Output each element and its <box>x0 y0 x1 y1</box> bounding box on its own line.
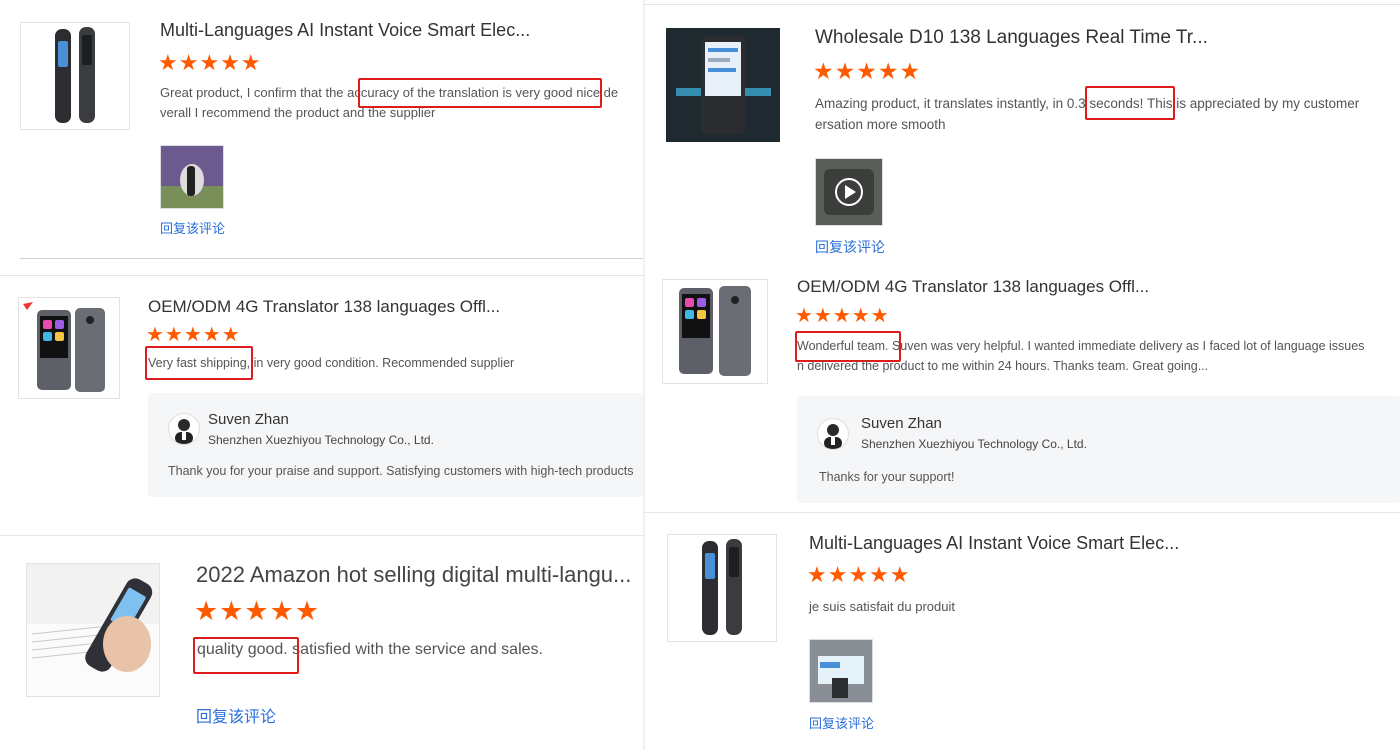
photo-image <box>161 146 223 208</box>
divider <box>20 258 643 259</box>
reply-link[interactable]: 回复该评论 <box>160 218 225 237</box>
review-card-1: Multi-Languages AI Instant Voice Smart E… <box>0 0 643 262</box>
seller-name: Suven Zhan <box>208 411 289 428</box>
rating-stars: ★★★★★ <box>795 306 890 326</box>
divider <box>645 512 1400 513</box>
highlight-box <box>193 637 299 674</box>
seller-company: Shenzhen Xuezhiyou Technology Co., Ltd. <box>208 433 434 447</box>
rating-stars: ★★★★★ <box>158 52 262 74</box>
rating-stars: ★★★★★ <box>813 60 921 83</box>
review-card-6: Multi-Languages AI Instant Voice Smart E… <box>645 512 1400 750</box>
seller-name: Suven Zhan <box>861 415 942 432</box>
seller-reply-box: Suven Zhan Shenzhen Xuezhiyou Technology… <box>148 393 643 497</box>
star-icon: ★★★★★ <box>146 324 241 346</box>
highlight-box <box>1085 86 1175 120</box>
rating-stars: ★★★★★ <box>807 564 911 586</box>
product-thumbnail[interactable] <box>26 563 160 697</box>
product-thumbnail[interactable] <box>666 28 780 142</box>
seller-company: Shenzhen Xuezhiyou Technology Co., Ltd. <box>861 437 1087 451</box>
photo-image <box>810 640 872 702</box>
avatar <box>168 413 200 445</box>
seller-reply-text: Thank you for your praise and support. S… <box>168 464 634 478</box>
seller-reply-text: Thanks for your support! <box>819 470 955 484</box>
translator-pen-image <box>27 564 159 696</box>
column-separator <box>643 0 645 750</box>
product-title[interactable]: OEM/ODM 4G Translator 138 languages Offl… <box>797 277 1149 297</box>
translator-pen-image <box>668 535 776 641</box>
star-icon: ★★★★★ <box>813 58 922 84</box>
translator-device-image <box>666 28 780 142</box>
review-text-line2: ersation more smooth <box>815 117 946 132</box>
review-photo[interactable] <box>809 639 873 703</box>
review-card-2: Wholesale D10 138 Languages Real Time Tr… <box>645 0 1400 275</box>
review-card-4: OEM/ODM 4G Translator 138 languages Offl… <box>645 275 1400 510</box>
translator-device-image <box>663 280 767 383</box>
review-photo[interactable] <box>160 145 224 209</box>
product-title[interactable]: OEM/ODM 4G Translator 138 languages Offl… <box>148 297 500 317</box>
product-thumbnail[interactable] <box>18 297 120 399</box>
avatar-photo <box>824 424 842 449</box>
avatar <box>817 418 849 450</box>
review-card-5: 2022 Amazon hot selling digital multi-la… <box>0 535 643 750</box>
review-video[interactable] <box>815 158 883 226</box>
divider <box>645 4 1400 5</box>
reply-link[interactable]: 回复该评论 <box>809 713 874 732</box>
rating-stars: ★★★★★ <box>146 325 241 345</box>
review-text-line2: n delivered the product to me within 24 … <box>797 359 1209 373</box>
product-title[interactable]: 2022 Amazon hot selling digital multi-la… <box>196 562 631 588</box>
review-text: je suis satisfait du produit <box>809 599 955 614</box>
video-thumbnail <box>816 159 882 225</box>
highlight-box <box>145 346 253 380</box>
translator-device-image <box>19 298 119 398</box>
star-icon: ★★★★★ <box>158 50 262 75</box>
review-text-line2: verall I recommend the product and the s… <box>160 105 436 120</box>
rating-stars: ★★★★★ <box>194 598 320 625</box>
star-icon: ★★★★★ <box>807 562 911 587</box>
highlight-box <box>795 331 901 362</box>
product-title[interactable]: Wholesale D10 138 Languages Real Time Tr… <box>815 27 1208 49</box>
translator-pen-image <box>21 23 129 129</box>
review-card-3: OEM/ODM 4G Translator 138 languages Offl… <box>0 270 643 532</box>
star-icon: ★★★★★ <box>795 305 890 327</box>
product-thumbnail[interactable] <box>662 279 768 384</box>
product-thumbnail[interactable] <box>20 22 130 130</box>
divider <box>0 535 643 536</box>
product-thumbnail[interactable] <box>667 534 777 642</box>
reply-link[interactable]: 回复该评论 <box>815 237 885 257</box>
seller-reply-box: Suven Zhan Shenzhen Xuezhiyou Technology… <box>797 396 1400 503</box>
highlight-box <box>358 78 602 108</box>
product-title[interactable]: Multi-Languages AI Instant Voice Smart E… <box>809 533 1179 554</box>
avatar-photo <box>175 419 193 444</box>
star-icon: ★★★★★ <box>194 596 321 626</box>
reply-link[interactable]: 回复该评论 <box>196 703 276 727</box>
divider <box>0 275 643 276</box>
product-title[interactable]: Multi-Languages AI Instant Voice Smart E… <box>160 20 530 41</box>
